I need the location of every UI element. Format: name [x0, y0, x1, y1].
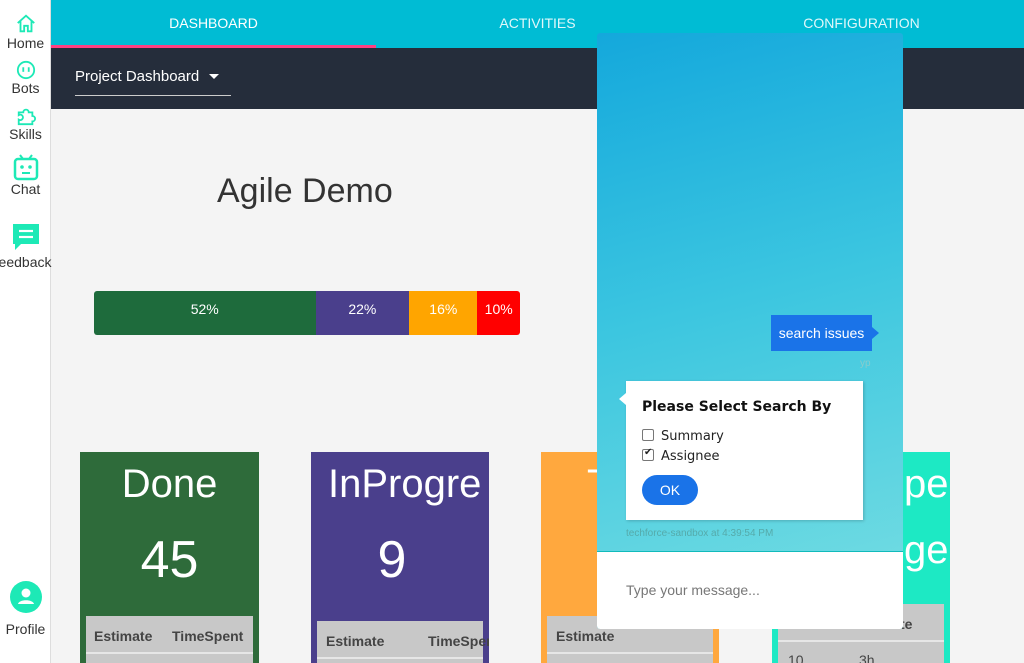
- checkbox-assignee[interactable]: [642, 447, 654, 461]
- sidebar-item-bots[interactable]: Bots: [0, 60, 51, 96]
- card-count: 45: [140, 531, 199, 589]
- progress-segment-blocked: 10%: [477, 291, 520, 335]
- sidebar-item-home[interactable]: Home: [0, 13, 51, 51]
- option-label: Summary: [661, 429, 724, 444]
- card-table: Estimate TimeSpen: [317, 621, 489, 663]
- left-sidebar: Home Bots Skills Chat Feedback Profile: [0, 0, 51, 663]
- card-title: Done: [121, 462, 218, 506]
- table-cell: 3h: [859, 652, 875, 663]
- sidebar-item-profile[interactable]: Profile: [0, 581, 51, 637]
- sidebar-item-label: Chat: [10, 181, 41, 197]
- user-message-bubble: search issues: [771, 315, 879, 351]
- bot-timestamp: techforce-sandbox at 4:39:54 PM: [626, 528, 774, 539]
- chat-window: search issues yp Please Select Search By…: [597, 33, 903, 629]
- column-header: Estimate: [326, 633, 385, 649]
- bot-face-icon: [16, 60, 35, 80]
- card-title: pe: [904, 462, 949, 506]
- column-header: Estimate: [556, 628, 615, 644]
- progress-segment-done: 52%: [94, 291, 316, 335]
- project-select-value: Project Dashboard: [75, 68, 200, 85]
- bot-message-card: Please Select Search By Summary Assignee…: [619, 381, 863, 520]
- divider: [86, 652, 253, 654]
- robot-icon: [13, 154, 38, 181]
- bot-question: Please Select Search By: [642, 399, 832, 415]
- profile-icon: [9, 581, 42, 613]
- puzzle-icon: [17, 108, 36, 126]
- column-header: Estimate: [94, 628, 153, 644]
- card-table: Estimate TimeSpent: [86, 616, 253, 663]
- divider: [778, 640, 944, 642]
- sidebar-item-skills[interactable]: Skills: [0, 106, 51, 142]
- sidebar-item-label: Home: [6, 35, 45, 51]
- option-assignee[interactable]: Assignee: [642, 447, 720, 464]
- card-title: InProgre: [328, 462, 482, 506]
- sidebar-item-chat[interactable]: Chat: [0, 153, 51, 197]
- divider: [317, 657, 483, 659]
- home-icon: [16, 14, 35, 33]
- chat-message-input[interactable]: Type your message...: [597, 551, 903, 629]
- status-card-done: Done 45 Estimate TimeSpent: [80, 452, 259, 663]
- feedback-icon: [12, 224, 39, 250]
- user-initials: yp: [860, 358, 871, 369]
- sidebar-item-label: Skills: [9, 126, 42, 142]
- status-card-inprogress: InProgre 9 Estimate TimeSpen: [311, 452, 489, 663]
- ok-button[interactable]: OK: [642, 475, 698, 505]
- sidebar-item-label: Feedback: [0, 254, 52, 270]
- page-title: Agile Demo: [217, 172, 393, 210]
- checkbox-summary[interactable]: [642, 429, 654, 441]
- sidebar-item-label: Bots: [11, 80, 40, 96]
- chevron-down-icon: [209, 74, 219, 79]
- column-header: TimeSpent: [172, 628, 244, 644]
- table-cell: 10: [788, 652, 804, 663]
- option-summary[interactable]: Summary: [642, 429, 724, 444]
- tab-dashboard[interactable]: DASHBOARD: [51, 0, 376, 48]
- progress-segment-todo: 16%: [409, 291, 478, 335]
- card-count: 9: [377, 531, 407, 589]
- option-label: Assignee: [661, 449, 720, 464]
- chat-input-placeholder: Type your message...: [626, 582, 760, 598]
- sidebar-item-label: Profile: [5, 621, 46, 637]
- progress-segment-inprogress: 22%: [315, 291, 410, 335]
- column-header: TimeSpen: [428, 633, 489, 649]
- card-title-line2: ge: [904, 528, 949, 572]
- divider: [547, 652, 713, 654]
- project-select[interactable]: Project Dashboard: [75, 66, 231, 96]
- status-progress-bar: 52% 22% 16% 10%: [94, 291, 520, 335]
- sidebar-item-feedback[interactable]: Feedback: [0, 222, 51, 270]
